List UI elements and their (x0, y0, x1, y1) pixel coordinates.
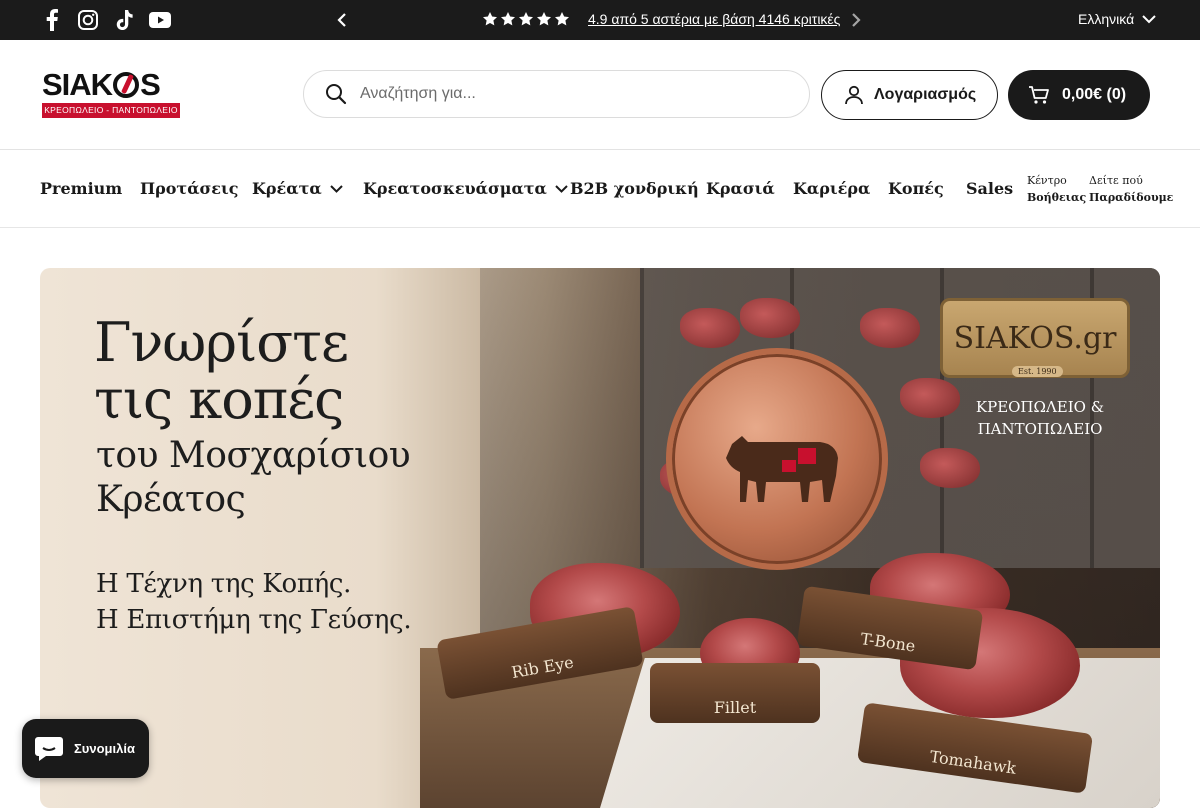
nav-item-careers[interactable]: Καριέρα (793, 179, 870, 198)
chat-label: Συνομιλία (74, 741, 135, 756)
chevron-left-icon[interactable] (332, 10, 352, 30)
nav-item-b2b[interactable]: B2B χονδρική (570, 179, 699, 198)
nav-item-wines[interactable]: Κρασιά (706, 179, 775, 198)
chat-icon (35, 736, 63, 761)
cut-label: Fillet (713, 698, 757, 717)
nav-label: B2B χονδρική (570, 179, 699, 198)
hero-banner[interactable]: SIAKOS.gr Est. 1990 ΚΡΕΟΠΩΛΕΙΟ & ΠΑΝΤΟΠΩ… (40, 268, 1160, 808)
copper-medallion (666, 348, 888, 570)
chevron-down-icon (1142, 14, 1156, 23)
logo-subtitle: ΚΡΕΟΠΩΛΕΙΟ - ΠΑΝΤΟΠΩΛΕΙΟ (42, 103, 180, 118)
logo-text-right: S (140, 67, 161, 102)
plaque-est: Est. 1990 (1012, 366, 1063, 377)
rating-stars (482, 11, 570, 27)
nav-label: Κρέατα (252, 179, 322, 198)
hero-subtitle: του Μοσχαρίσιου Κρέατος (96, 434, 411, 522)
nav-label: Καριέρα (793, 179, 871, 198)
nav-label: Sales (966, 179, 1014, 198)
hero-tagline-line: Η Τέχνη της Κοπής. (96, 569, 352, 599)
meat-image (740, 298, 800, 338)
plaque-sub-line: ΠΑΝΤΟΠΩΛΕΙΟ (977, 420, 1103, 438)
plaque-sub-line: ΚΡΕΟΠΩΛΕΙΟ & (975, 398, 1105, 416)
facebook-icon[interactable] (40, 8, 64, 32)
nav-item-meat-preparations[interactable]: Κρεατοσκευάσματα (363, 179, 568, 198)
meat-image (900, 378, 960, 418)
nav-item-premium[interactable]: Premium (40, 179, 122, 198)
help-center-link[interactable]: Κέντρο Βοήθειας (1027, 172, 1086, 206)
announcement-bar: 4.9 από 5 αστέρια με βάση 4146 κριτικές … (0, 0, 1200, 40)
hero-tagline-line: Η Επιστήμη της Γεύσης. (96, 605, 412, 635)
cut-label: Tomahawk (928, 746, 1018, 778)
star-icon (501, 12, 515, 26)
cut-label: T-Bone (859, 629, 917, 656)
star-icon (483, 12, 497, 26)
nav-item-meats[interactable]: Κρέατα (252, 179, 343, 198)
nav-label: Προτάσεις (140, 179, 239, 198)
social-links (40, 8, 172, 32)
hero-title-line: τις κοπές (94, 368, 344, 431)
cut-label: Rib Eye (510, 652, 576, 683)
tiktok-icon[interactable] (112, 8, 136, 32)
star-icon (537, 12, 551, 26)
nav-label: Premium (40, 179, 123, 198)
cart-total: 0,00€ (0) (1062, 86, 1127, 103)
instagram-icon[interactable] (76, 8, 100, 32)
search-bar[interactable] (303, 70, 810, 118)
star-icon (519, 12, 533, 26)
logo-wordmark: SIAK S (42, 67, 182, 102)
help-center-top: Κέντρο (1027, 174, 1067, 187)
language-label: Ελληνικά (1078, 11, 1135, 27)
chevron-down-icon (555, 184, 568, 193)
cart-icon (1029, 86, 1049, 104)
help-center-bottom: Βοήθειας (1027, 191, 1087, 204)
youtube-icon[interactable] (148, 8, 172, 32)
meat-image (860, 308, 920, 348)
announcement-carousel: 4.9 από 5 αστέρια με βάση 4146 κριτικές (330, 0, 870, 40)
logo[interactable]: SIAK S ΚΡΕΟΠΩΛΕΙΟ - ΠΑΝΤΟΠΩΛΕΙΟ (42, 67, 182, 120)
hero-subtitle-line: Κρέατος (96, 479, 246, 520)
logo-text-left: SIAK (42, 67, 113, 102)
cart-button[interactable]: 0,00€ (0) (1008, 70, 1150, 120)
hero-title-line: Γνωρίστε (94, 311, 349, 374)
search-icon[interactable] (324, 82, 348, 106)
main-nav: Premium Προτάσεις Κρέατα Κρεατοσκευάσματ… (0, 151, 1200, 228)
hero-tagline: Η Τέχνη της Κοπής. Η Επιστήμη της Γεύσης… (96, 566, 412, 638)
chevron-down-icon (329, 184, 343, 193)
language-selector[interactable]: Ελληνικά (1078, 11, 1156, 27)
user-icon (845, 85, 863, 105)
cow-icon (726, 436, 838, 502)
account-label: Λογαριασμός (874, 86, 977, 103)
meat-image (680, 308, 740, 348)
delivery-areas-link[interactable]: Δείτε πού Παραδίδουμε (1089, 172, 1173, 206)
nav-label: Κρασιά (706, 179, 775, 198)
nav-label: Κρεατοσκευάσματα (363, 179, 547, 198)
site-header: SIAK S ΚΡΕΟΠΩΛΕΙΟ - ΠΑΝΤΟΠΩΛΕΙΟ Λογαριασ… (0, 40, 1200, 150)
delivery-top: Δείτε πού (1089, 174, 1143, 187)
meat-image (920, 448, 980, 488)
search-input[interactable] (360, 85, 780, 103)
nav-item-cuts[interactable]: Κοπές (888, 179, 944, 198)
logo-knife-icon (113, 72, 140, 98)
nav-label: Κοπές (888, 179, 944, 198)
hero-title: Γνωρίστε τις κοπές (94, 311, 349, 431)
hero-subtitle-line: του Μοσχαρίσιου (96, 435, 411, 476)
chevron-right-icon[interactable] (846, 10, 866, 30)
delivery-bottom: Παραδίδουμε (1089, 191, 1174, 204)
cut-board-fillet: Fillet (650, 663, 820, 723)
nav-item-sales[interactable]: Sales (966, 179, 1013, 198)
plaque-subtitle: ΚΡΕΟΠΩΛΕΙΟ & ΠΑΝΤΟΠΩΛΕΙΟ (960, 396, 1120, 440)
announcement-link[interactable]: 4.9 από 5 αστέρια με βάση 4146 κριτικές (588, 11, 854, 27)
account-button[interactable]: Λογαριασμός (821, 70, 998, 120)
nav-item-suggestions[interactable]: Προτάσεις (140, 179, 239, 198)
chat-button[interactable]: Συνομιλία (22, 719, 149, 778)
star-icon (555, 12, 569, 26)
